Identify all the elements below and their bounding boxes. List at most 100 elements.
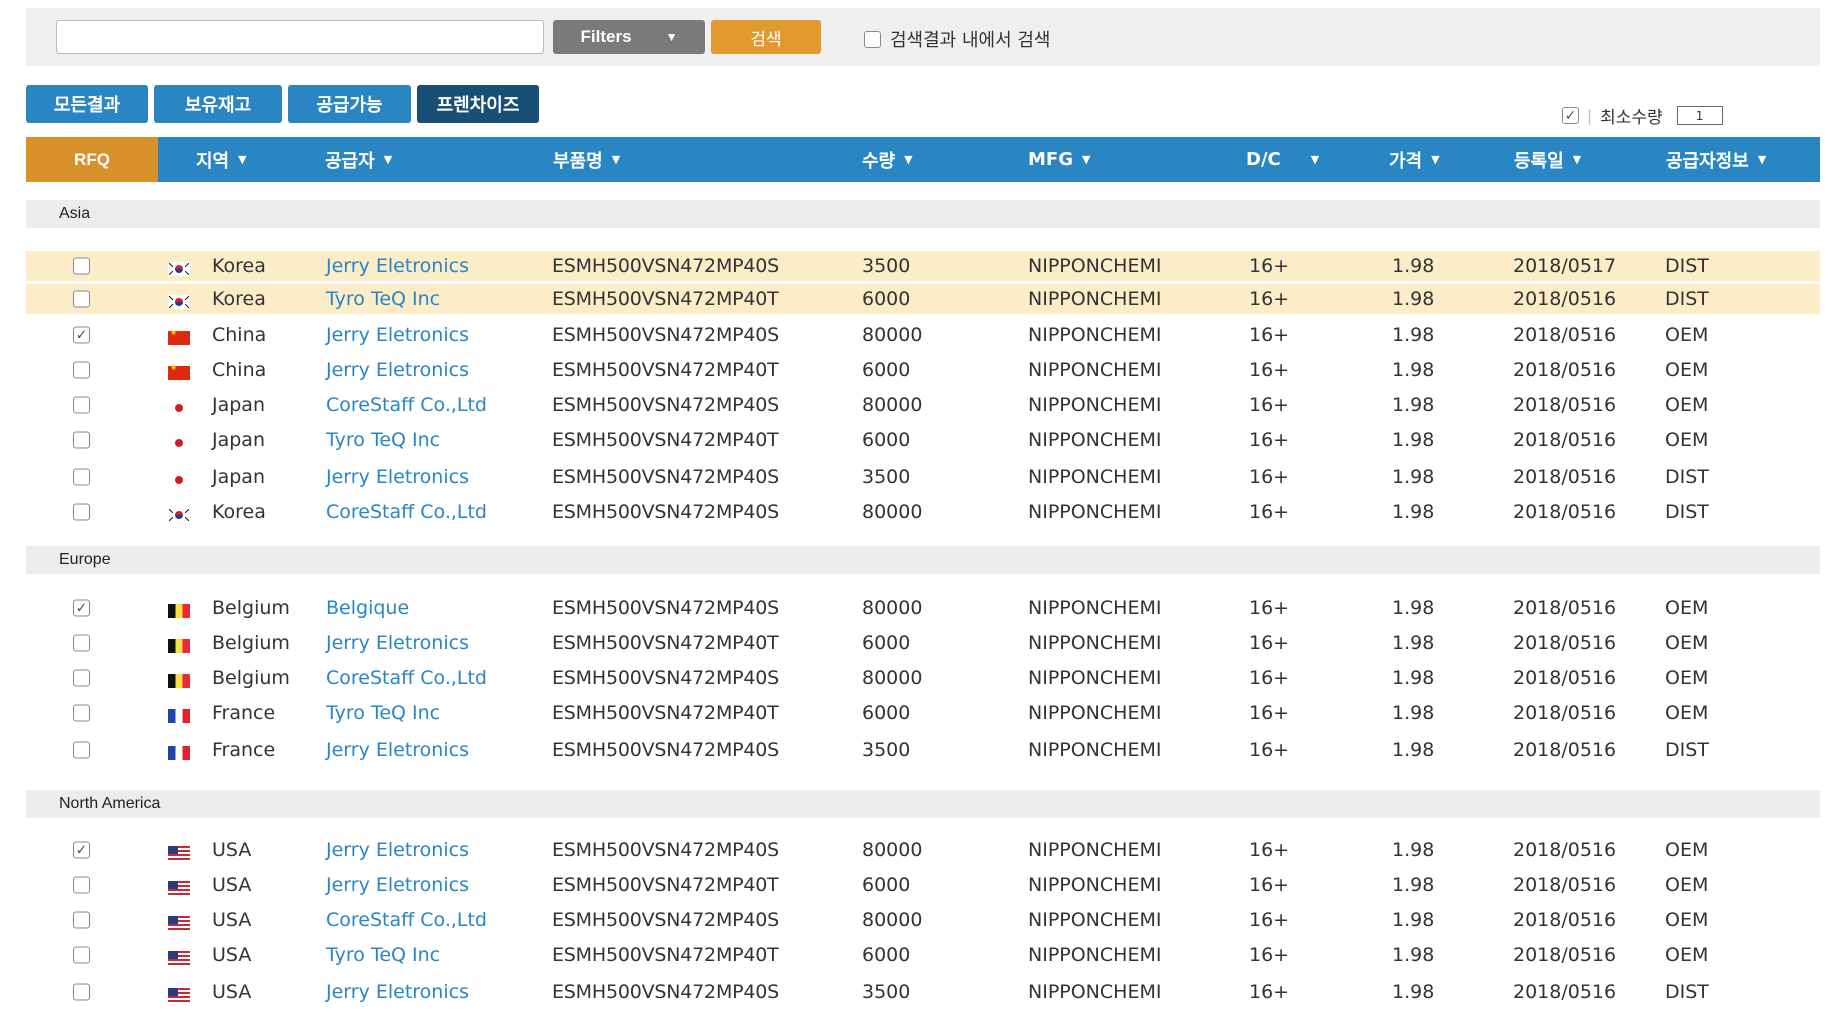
supplier-link[interactable]: Tyro TeQ Inc (326, 288, 440, 310)
min-qty-checkbox[interactable]: ✓ (1562, 107, 1579, 124)
mfg-cell: NIPPONCHEMI (1028, 359, 1162, 381)
filters-button[interactable]: Filters ▼ (553, 20, 705, 54)
row-checkbox[interactable] (73, 431, 90, 449)
supplier-link[interactable]: Tyro TeQ Inc (326, 944, 440, 966)
table-row: Korea CoreStaff Co.,Ltd ESMH500VSN472MP40S… (26, 497, 1820, 527)
mfg-cell: NIPPONCHEMI (1028, 324, 1162, 346)
tab-available[interactable]: 공급가능 (288, 85, 411, 123)
search-button[interactable]: 검색 (711, 20, 821, 54)
belgium-flag-icon (168, 674, 190, 688)
row-checkbox[interactable] (73, 290, 90, 308)
mfg-cell: NIPPONCHEMI (1028, 944, 1162, 966)
column-header-supplier-info[interactable]: 공급자정보 ▼ (1666, 137, 1766, 182)
supplier-link[interactable]: Belgique (326, 597, 409, 619)
column-label: D/C (1246, 149, 1281, 170)
row-checkbox[interactable]: ✓ (73, 841, 90, 859)
row-checkbox[interactable] (73, 946, 90, 964)
row-checkbox[interactable] (73, 634, 90, 652)
row-checkbox[interactable] (73, 911, 90, 929)
search-within-toggle[interactable]: 검색결과 내에서 검색 (864, 26, 1050, 52)
table-row: China Jerry Eletronics ESMH500VSN472MP40T 6… (26, 355, 1820, 385)
supplier-link[interactable]: Jerry Eletronics (326, 632, 469, 654)
row-checkbox[interactable] (73, 704, 90, 722)
price-cell: 1.98 (1392, 632, 1435, 654)
supplier-link[interactable]: Jerry Eletronics (326, 739, 469, 761)
sort-down-icon: ▼ (1310, 153, 1320, 166)
tab-franchise[interactable]: 프렌차이즈 (417, 85, 539, 123)
part-number-cell: ESMH500VSN472MP40S (552, 501, 780, 523)
supplier-link[interactable]: Tyro TeQ Inc (326, 702, 440, 724)
part-number-cell: ESMH500VSN472MP40T (552, 429, 779, 451)
supplier-link[interactable]: CoreStaff Co.,Ltd (326, 394, 487, 416)
supplier-link[interactable]: Jerry Eletronics (326, 981, 469, 1003)
supplier-link[interactable]: Jerry Eletronics (326, 874, 469, 896)
table-row: Japan Tyro TeQ Inc ESMH500VSN472MP40T 6000 N… (26, 425, 1820, 455)
date-code-cell: 16+ (1249, 394, 1290, 416)
mfg-cell: NIPPONCHEMI (1028, 702, 1162, 724)
column-label: 공급자정보 (1666, 150, 1749, 172)
column-header-part[interactable]: 부품명 ▼ (553, 137, 620, 182)
tab-all-results[interactable]: 모든결과 (26, 85, 148, 123)
supplier-info-cell: OEM (1665, 632, 1709, 654)
min-qty-label: 최소수량 (1600, 108, 1663, 128)
sort-down-icon: ▼ (238, 153, 247, 166)
supplier-link[interactable]: Jerry Eletronics (326, 359, 469, 381)
search-input[interactable] (56, 20, 544, 54)
quantity-cell: 80000 (862, 324, 923, 346)
sort-down-icon: ▼ (383, 153, 393, 166)
column-header-supplier[interactable]: 공급자 ▼ (325, 137, 392, 182)
country-cell: Belgium (212, 667, 290, 689)
separator: | (1587, 106, 1593, 125)
country-cell: Belgium (212, 597, 290, 619)
row-checkbox[interactable] (73, 503, 90, 521)
row-checkbox[interactable]: ✓ (73, 599, 90, 617)
row-checkbox[interactable] (73, 361, 90, 379)
supplier-link[interactable]: CoreStaff Co.,Ltd (326, 909, 487, 931)
price-cell: 1.98 (1392, 909, 1435, 931)
supplier-link[interactable]: Tyro TeQ Inc (326, 429, 440, 451)
price-cell: 1.98 (1392, 702, 1435, 724)
mfg-cell: NIPPONCHEMI (1028, 255, 1162, 277)
rfq-button[interactable]: RFQ (26, 137, 158, 182)
supplier-link[interactable]: CoreStaff Co.,Ltd (326, 501, 487, 523)
supplier-link[interactable]: Jerry Eletronics (326, 839, 469, 861)
search-within-checkbox[interactable] (864, 30, 881, 48)
country-cell: USA (212, 874, 252, 896)
row-checkbox[interactable] (73, 741, 90, 759)
column-header-region[interactable]: 지역 ▼ (196, 137, 247, 182)
supplier-link[interactable]: Jerry Eletronics (326, 255, 469, 277)
table-row: Japan Jerry Eletronics ESMH500VSN472MP40S 3… (26, 462, 1820, 492)
date-code-cell: 16+ (1249, 324, 1290, 346)
supplier-link[interactable]: CoreStaff Co.,Ltd (326, 667, 487, 689)
date-code-cell: 16+ (1249, 359, 1290, 381)
row-checkbox[interactable] (73, 983, 90, 1001)
row-checkbox[interactable] (73, 257, 90, 275)
column-header-price[interactable]: 가격 ▼ (1389, 137, 1440, 182)
supplier-link[interactable]: Jerry Eletronics (326, 324, 469, 346)
table-row: Korea Tyro TeQ Inc ESMH500VSN472MP40T 6000 N… (26, 284, 1820, 314)
row-checkbox[interactable] (73, 468, 90, 486)
column-header-dc[interactable]: D/C ▼ (1246, 137, 1319, 182)
min-qty-input[interactable]: 1 (1676, 106, 1723, 125)
row-checkbox[interactable]: ✓ (73, 326, 90, 344)
sort-down-icon: ▼ (611, 153, 621, 166)
row-checkbox[interactable] (73, 876, 90, 894)
mfg-cell: NIPPONCHEMI (1028, 874, 1162, 896)
mfg-cell: NIPPONCHEMI (1028, 632, 1162, 654)
supplier-info-cell: DIST (1665, 288, 1709, 310)
table-row: France Jerry Eletronics ESMH500VSN472MP40S… (26, 735, 1820, 765)
column-header-date[interactable]: 등록일 ▼ (1514, 137, 1581, 182)
quantity-cell: 80000 (862, 597, 923, 619)
column-header-mfg[interactable]: MFG ▼ (1028, 137, 1090, 182)
date-code-cell: 16+ (1249, 288, 1290, 310)
column-header-qty[interactable]: 수량 ▼ (862, 137, 913, 182)
row-checkbox[interactable] (73, 669, 90, 687)
supplier-link[interactable]: Jerry Eletronics (326, 466, 469, 488)
registered-date-cell: 2018/0516 (1513, 944, 1617, 966)
row-checkbox[interactable] (73, 396, 90, 414)
belgium-flag-icon (168, 639, 190, 653)
tab-in-stock[interactable]: 보유재고 (154, 85, 282, 123)
search-within-label: 검색결과 내에서 검색 (890, 30, 1051, 51)
table-row: USA Tyro TeQ Inc ESMH500VSN472MP40T 6000 NIP… (26, 940, 1820, 970)
filters-label: Filters (580, 27, 632, 46)
